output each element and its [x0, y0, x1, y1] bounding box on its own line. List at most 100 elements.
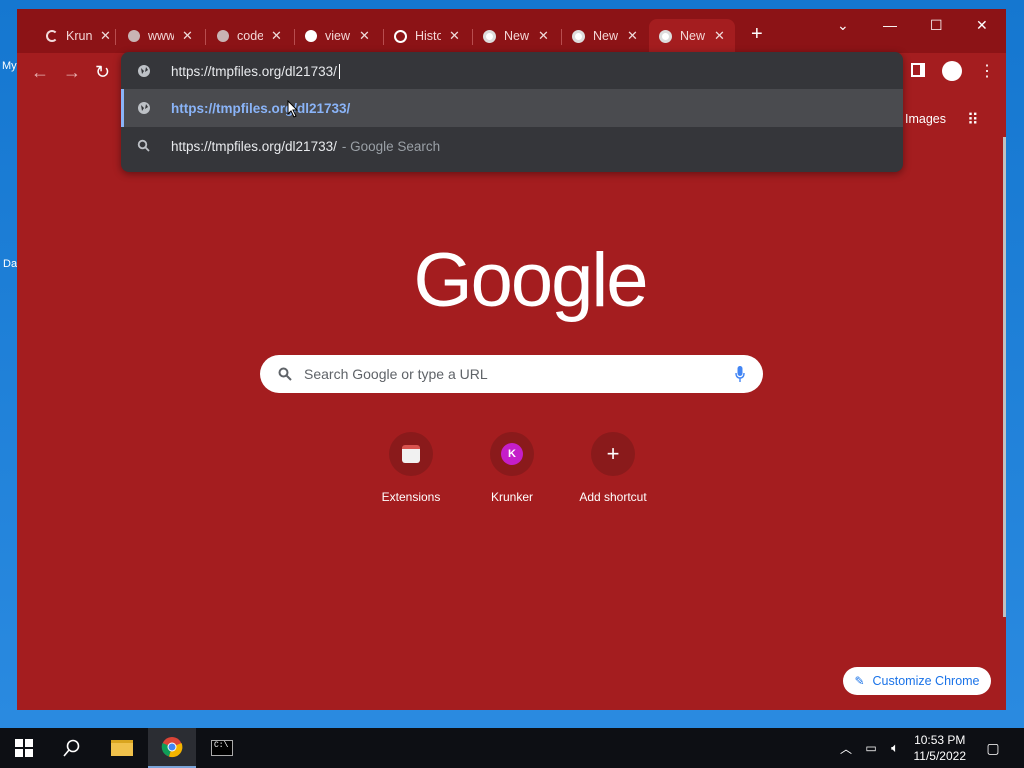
shortcut-extensions[interactable]: Extensions: [361, 432, 461, 504]
krunker-icon: K: [501, 443, 523, 465]
globe-icon: [217, 30, 229, 42]
tab-title: code: [237, 29, 263, 43]
tab-title: Histo: [415, 29, 441, 43]
apps-icon[interactable]: ⠿: [967, 110, 979, 130]
tab-separator: [472, 29, 473, 45]
search-icon: [63, 739, 80, 757]
suggestion-url: https://tmpfiles.org/dl21733/: [171, 100, 351, 116]
history-icon: [394, 29, 407, 43]
reload-icon[interactable]: ↻: [95, 62, 110, 83]
tab-title: view: [325, 29, 351, 43]
profile-icon[interactable]: [942, 61, 962, 81]
side-panel-icon[interactable]: [911, 63, 925, 77]
customize-label: Customize Chrome: [872, 674, 980, 688]
tab-separator: [205, 29, 206, 45]
close-icon[interactable]: ✕: [182, 28, 193, 44]
search-icon: [137, 139, 150, 152]
start-button[interactable]: [0, 728, 48, 768]
close-button[interactable]: ✕: [976, 17, 988, 34]
notification-icon[interactable]: ▢: [978, 728, 1008, 768]
taskbar: C:\ ︿ ▭ 🔈︎ 10:53 PM 11/5/2022 ▢: [0, 728, 1024, 768]
pencil-icon: ✎: [854, 674, 865, 688]
tab[interactable]: New ✕: [483, 25, 549, 47]
shortcut-label: Krunker: [490, 490, 534, 504]
shortcut-label: Add shortcut: [579, 490, 647, 504]
chrome-icon: [572, 29, 585, 43]
shortcut-add[interactable]: + Add shortcut: [563, 432, 663, 504]
tab[interactable]: code ✕: [217, 25, 282, 47]
search-input[interactable]: Search Google or type a URL: [304, 366, 488, 382]
tab-separator: [115, 29, 116, 45]
scrollbar[interactable]: [1003, 137, 1006, 617]
back-icon[interactable]: ←: [31, 62, 49, 83]
terminal-taskbar-button[interactable]: C:\: [198, 728, 246, 768]
browser-window: Krun ✕ www ✕ code ✕ view ✕ Histo ✕ New ✕…: [17, 9, 1006, 710]
loading-icon: [46, 30, 58, 42]
chevron-up-icon[interactable]: ︿: [836, 728, 856, 768]
windows-icon: [15, 739, 33, 757]
tab[interactable]: view ✕: [305, 25, 370, 47]
tab-separator: [294, 29, 295, 45]
close-icon[interactable]: ✕: [714, 28, 725, 44]
search-box[interactable]: Search Google or type a URL: [260, 355, 763, 393]
tab[interactable]: New ✕: [572, 25, 638, 47]
close-icon[interactable]: ✕: [449, 28, 460, 44]
add-icon: +: [591, 432, 635, 476]
tab-separator: [383, 29, 384, 45]
tab-title: Krun: [66, 29, 92, 43]
clock-date: 11/5/2022: [913, 749, 967, 763]
minimize-button[interactable]: —: [883, 17, 897, 33]
tab-title: New: [593, 29, 619, 43]
chrome-icon: [161, 737, 183, 758]
tab[interactable]: www ✕: [128, 25, 193, 47]
globe-icon: [138, 65, 150, 77]
tab-title: New: [680, 29, 706, 43]
desktop-icon-label[interactable]: My: [2, 60, 17, 72]
suggestion-query: https://tmpfiles.org/dl21733/: [171, 138, 337, 154]
volume-icon[interactable]: 🔈︎: [884, 728, 906, 768]
clock-time: 10:53 PM: [914, 733, 966, 747]
file-explorer-button[interactable]: [98, 728, 146, 768]
chrome-icon: [659, 29, 672, 43]
close-icon[interactable]: ✕: [359, 28, 370, 44]
customize-chrome-button[interactable]: ✎ Customize Chrome: [843, 667, 991, 695]
tab-title: New: [504, 29, 530, 43]
folder-icon: [111, 740, 133, 756]
tab[interactable]: Krun ✕: [46, 25, 111, 47]
images-link[interactable]: Images: [905, 112, 946, 126]
mouse-cursor-icon: [287, 100, 299, 118]
terminal-icon: C:\: [211, 740, 233, 756]
chrome-icon: [483, 29, 496, 43]
text-caret: [338, 63, 340, 79]
extensions-icon: [389, 432, 433, 476]
close-icon[interactable]: ✕: [538, 28, 549, 44]
globe-icon: [128, 30, 140, 42]
close-icon[interactable]: ✕: [271, 28, 282, 44]
tab-search-icon[interactable]: ⌄: [837, 17, 849, 34]
forward-icon[interactable]: →: [63, 62, 81, 83]
chrome-taskbar-button[interactable]: [148, 728, 196, 768]
clock[interactable]: 10:53 PM 11/5/2022: [914, 732, 967, 764]
new-tab-button[interactable]: +: [751, 23, 763, 46]
desktop-icon-label[interactable]: Da: [3, 258, 17, 270]
shortcut-label: Extensions: [381, 490, 441, 504]
microphone-icon[interactable]: [735, 366, 745, 382]
globe-icon: [305, 30, 317, 42]
close-icon[interactable]: ✕: [627, 28, 638, 44]
suggestion-suffix: - Google Search: [341, 138, 441, 154]
close-icon[interactable]: ✕: [100, 28, 111, 44]
shortcut-krunker[interactable]: K Krunker: [462, 432, 562, 504]
search-button[interactable]: [48, 728, 96, 768]
maximize-button[interactable]: ☐: [930, 17, 943, 34]
tab[interactable]: Histo ✕: [394, 25, 460, 47]
tab-separator: [561, 29, 562, 45]
omnibox-suggestion-search[interactable]: https://tmpfiles.org/dl21733/ - Google S…: [121, 127, 903, 165]
omnibox-suggestion-url[interactable]: https://tmpfiles.org/dl21733/: [121, 89, 903, 127]
omnibox-input-row[interactable]: https://tmpfiles.org/dl21733/: [121, 52, 903, 90]
google-logo: Google: [413, 238, 648, 323]
omnibox-input[interactable]: https://tmpfiles.org/dl21733/: [171, 64, 337, 79]
menu-icon[interactable]: ⋮: [979, 61, 995, 81]
tab-active[interactable]: New ✕: [649, 19, 735, 53]
tab-title: www: [148, 29, 174, 43]
network-icon[interactable]: ▭: [860, 728, 882, 768]
